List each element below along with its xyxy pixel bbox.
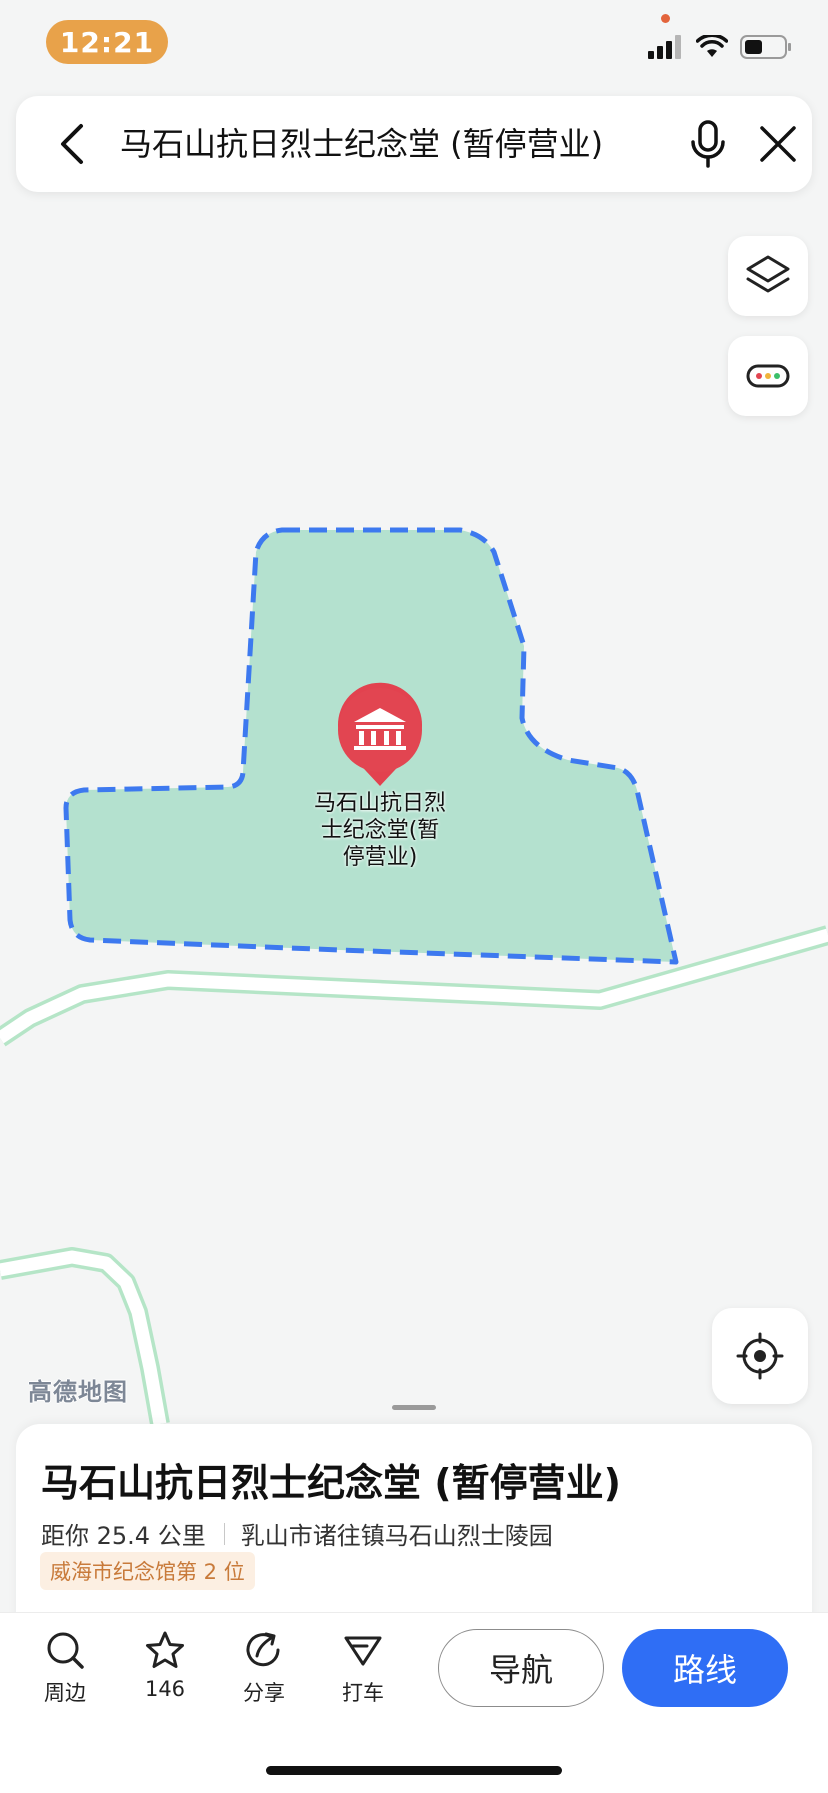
crosshair-icon — [736, 1332, 784, 1380]
battery-icon — [740, 35, 791, 59]
status-time: 12:21 — [46, 20, 168, 64]
place-address: 乳山市诸往镇马石山烈士陵园 — [240, 1522, 553, 1550]
favorite-button[interactable]: 146 — [125, 1629, 205, 1701]
poi-label-line: 士纪念堂(暂 — [320, 818, 440, 843]
map-layers-button[interactable] — [728, 236, 808, 316]
taxi-label: 打车 — [342, 1681, 384, 1705]
taxi-button[interactable]: 打车 — [323, 1629, 403, 1707]
nearby-label: 周边 — [44, 1681, 86, 1705]
search-icon — [47, 1632, 84, 1669]
nearby-button[interactable]: 周边 — [25, 1629, 105, 1707]
chevron-left-icon — [61, 124, 83, 164]
place-name: 马石山抗日烈士纪念堂 (暂停营业) — [41, 1461, 621, 1505]
layers-icon — [746, 255, 790, 293]
share-icon — [246, 1632, 280, 1667]
map-watermark: 高德地图 — [28, 1378, 128, 1406]
voice-search-button[interactable] — [680, 116, 736, 172]
locate-me-button[interactable] — [712, 1308, 808, 1404]
route-button[interactable]: 路线 — [622, 1629, 788, 1707]
sheet-drag-handle[interactable] — [392, 1405, 436, 1410]
microphone-icon — [691, 120, 725, 168]
map-poi-label[interactable]: 马石山抗日烈 士纪念堂(暂 停营业) — [300, 790, 460, 871]
search-query-text[interactable]: 马石山抗日烈士纪念堂 (暂停营业) — [120, 96, 603, 192]
wifi-icon — [696, 35, 728, 57]
share-button[interactable]: 分享 — [224, 1629, 304, 1707]
home-indicator[interactable] — [266, 1766, 562, 1775]
close-icon — [760, 126, 796, 162]
place-meta: 距你 25.4 公里 乳山市诸往镇马石山烈士陵园 — [41, 1516, 553, 1551]
ranking-badge[interactable]: 威海市纪念馆第 2 位 — [40, 1552, 255, 1590]
star-icon — [146, 1631, 184, 1668]
clear-search-button[interactable] — [750, 116, 806, 172]
signal-icon — [648, 35, 681, 59]
status-icons — [648, 34, 792, 60]
recording-indicator — [661, 14, 670, 23]
poi-label-line: 停营业) — [342, 845, 418, 870]
favorites-count: 146 — [144, 1677, 186, 1701]
place-distance: 距你 25.4 公里 — [41, 1522, 206, 1550]
traffic-lights-icon — [746, 364, 790, 388]
share-label: 分享 — [243, 1681, 285, 1705]
back-button[interactable] — [46, 118, 98, 170]
poi-label-line: 马石山抗日烈 — [313, 791, 446, 816]
meta-divider — [223, 1522, 225, 1545]
navigate-button[interactable]: 导航 — [438, 1629, 604, 1707]
taxi-flag-icon — [344, 1636, 382, 1666]
traffic-toggle-button[interactable] — [728, 336, 808, 416]
search-bar[interactable]: 马石山抗日烈士纪念堂 (暂停营业) — [16, 96, 812, 192]
